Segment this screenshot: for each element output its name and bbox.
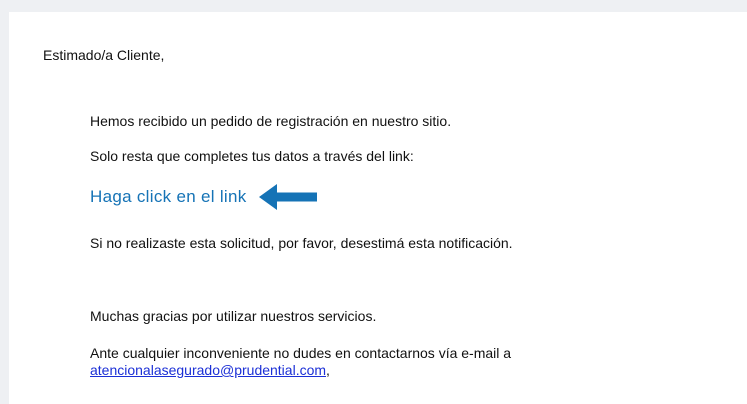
contact-text: Ante cualquier inconveniente no dudes en… [90, 345, 511, 379]
contact-prompt: Ante cualquier inconveniente no dudes en… [90, 345, 512, 361]
contact-suffix: , [326, 362, 330, 378]
cta-row: Haga click en el link [90, 184, 317, 210]
contact-email-link[interactable]: atencionalasegurado@prudential.com [90, 362, 326, 378]
complete-data-text: Solo resta que completes tus datos a tra… [90, 148, 414, 164]
registration-link[interactable]: Haga click en el link [90, 187, 247, 207]
thanks-text: Muchas gracias por utilizar nuestros ser… [90, 308, 377, 324]
received-text: Hemos recibido un pedido de registración… [90, 113, 452, 129]
greeting: Estimado/a Cliente, [43, 47, 165, 63]
arrow-left-icon [258, 184, 317, 210]
ignore-notice-text: Si no realizaste esta solicitud, por fav… [90, 235, 513, 251]
email-body: Estimado/a Cliente, Hemos recibido un pe… [9, 12, 747, 404]
